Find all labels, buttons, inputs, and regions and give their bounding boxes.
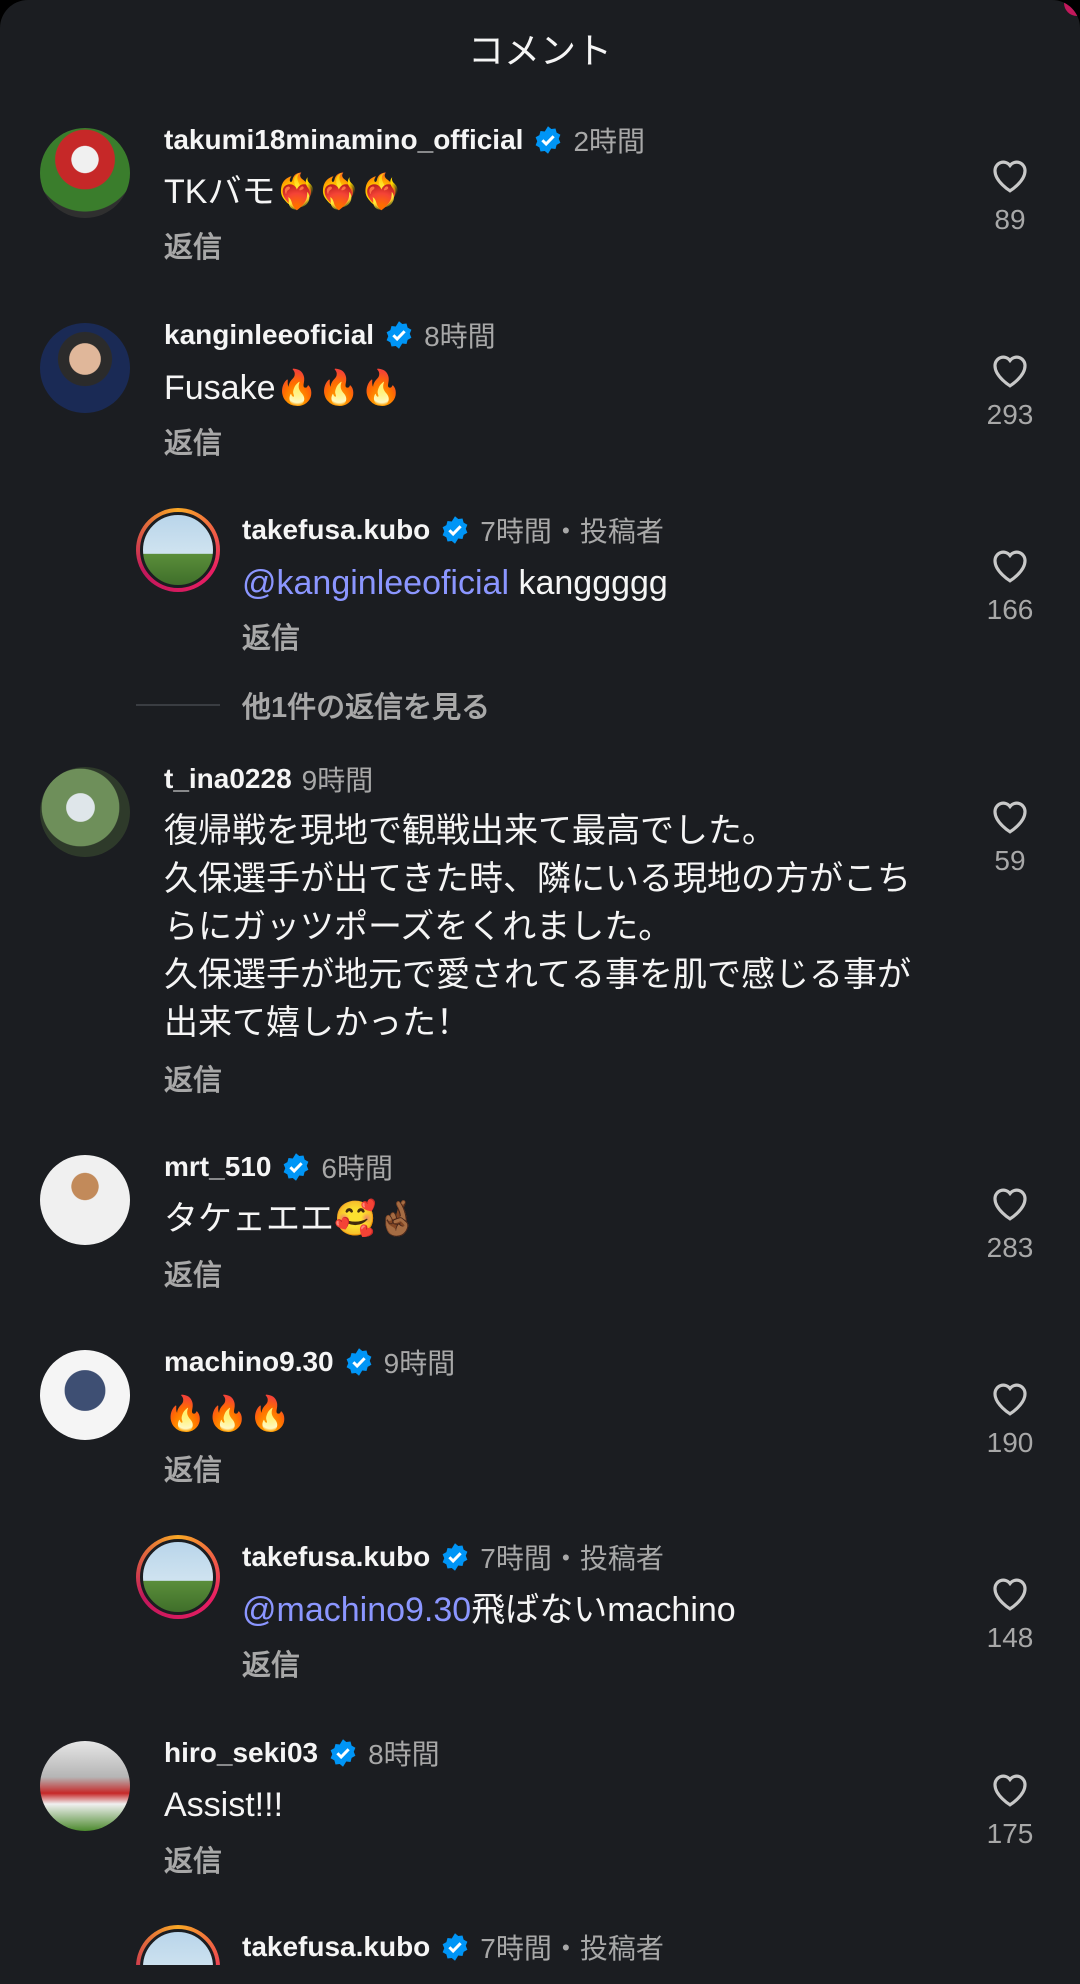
reply-button[interactable]: 返信 <box>242 615 300 657</box>
verified-badge-icon <box>330 1739 356 1767</box>
comments-sheet: コメント takumi18minamino_official 2時間 TKバモ❤… <box>0 0 1080 1984</box>
heart-icon <box>993 550 1027 583</box>
sheet-header: コメント <box>0 0 1080 96</box>
like-count: 283 <box>986 1232 1034 1263</box>
username[interactable]: takefusa.kubo <box>242 514 430 546</box>
like-count: 59 <box>994 845 1026 876</box>
heart-icon <box>993 160 1027 193</box>
timestamp: 7時間・投稿者 <box>480 516 664 547</box>
username[interactable]: kanginleeoficial <box>164 319 374 351</box>
comment-text: TKバモ❤️‍🔥❤️‍🔥❤️‍🔥 <box>164 173 403 211</box>
comment-text: @kanginleeoficial kanggggg <box>242 559 668 607</box>
comment-text: 🔥🔥🔥 <box>164 1395 292 1433</box>
timestamp: 7時間・投稿者 <box>480 1933 664 1964</box>
like-button[interactable]: 89 <box>960 156 1060 236</box>
heart-icon <box>993 1383 1027 1416</box>
sheet-title: コメント <box>467 30 612 71</box>
comment-text-content: 飛ばないmachino <box>471 1591 736 1629</box>
comment-line: らにガッツポーズをくれました。 <box>164 908 673 946</box>
username[interactable]: mrt_510 <box>164 1151 271 1183</box>
username[interactable]: takumi18minamino_official <box>164 124 523 156</box>
verified-badge-icon <box>442 1933 468 1961</box>
timestamp: 6時間 <box>321 1153 393 1184</box>
verified-badge-icon <box>442 516 468 544</box>
verified-badge-icon <box>284 1153 309 1181</box>
avatar[interactable] <box>136 508 220 592</box>
avatar[interactable] <box>40 128 130 218</box>
timestamp: 8時間 <box>368 1739 440 1770</box>
heart-icon <box>993 801 1027 834</box>
comment-line: 久保選手が地元で愛されてる事を肌で感じる事が <box>164 956 911 994</box>
username[interactable]: machino9.30 <box>164 1346 334 1378</box>
timestamp: 2時間 <box>573 126 646 157</box>
verified-badge-icon <box>442 1543 468 1571</box>
reply-button[interactable]: 返信 <box>164 1447 222 1489</box>
verified-badge-icon <box>536 126 561 154</box>
reply-button[interactable]: 返信 <box>164 1057 222 1099</box>
like-button[interactable]: 190 <box>960 1379 1060 1459</box>
like-count: 89 <box>994 204 1026 235</box>
avatar[interactable] <box>40 767 130 857</box>
divider-line <box>136 704 220 706</box>
like-count: 148 <box>986 1622 1034 1653</box>
view-more-replies-button[interactable]: 他1件の返信を見る <box>136 684 490 726</box>
comment-text: @machino9.30飛ばないmachino <box>242 1586 736 1634</box>
timestamp: 8時間 <box>424 321 496 352</box>
timestamp: 7時間・投稿者 <box>480 1543 664 1574</box>
username[interactable]: takefusa.kubo <box>242 1541 430 1573</box>
like-count: 190 <box>986 1427 1034 1458</box>
heart-icon <box>993 1188 1027 1221</box>
avatar[interactable] <box>40 323 130 413</box>
username[interactable]: takefusa.kubo <box>242 1931 430 1963</box>
like-count: 293 <box>986 399 1034 430</box>
username[interactable]: hiro_seki03 <box>164 1737 318 1769</box>
like-button[interactable]: 175 <box>960 1770 1060 1850</box>
verified-badge-icon <box>346 1348 372 1376</box>
avatar[interactable] <box>40 1741 130 1831</box>
mention-link[interactable]: @kanginleeoficial <box>242 564 509 602</box>
like-count: 175 <box>986 1818 1034 1849</box>
reply-button[interactable]: 返信 <box>164 1252 222 1294</box>
timestamp: 9時間 <box>301 765 374 796</box>
timestamp: 9時間 <box>383 1348 456 1379</box>
heart-icon <box>993 1774 1027 1807</box>
reply-button[interactable]: 返信 <box>164 224 222 266</box>
comment-text: タケェエエ🥰🤞🏾 <box>164 1200 419 1238</box>
mention-link[interactable]: @machino9.30 <box>242 1591 471 1629</box>
comment-text: 復帰戦を現地で観戦出来て最高でした。 久保選手が出てきた時、隣にいる現地の方がこ… <box>164 807 944 1047</box>
view-more-replies-label: 他1件の返信を見る <box>242 692 491 724</box>
verified-badge-icon <box>386 321 412 349</box>
like-button[interactable]: 59 <box>960 797 1060 877</box>
reply-button[interactable]: 返信 <box>164 420 222 462</box>
comment-text: Fusake🔥🔥🔥 <box>164 369 403 407</box>
reply-button[interactable]: 返信 <box>242 1642 300 1684</box>
like-button[interactable]: 166 <box>960 546 1060 626</box>
comment-line: 復帰戦を現地で観戦出来て最高でした。 <box>164 812 776 850</box>
like-count: 166 <box>986 594 1034 625</box>
like-button[interactable]: 293 <box>960 351 1060 431</box>
avatar[interactable] <box>40 1350 130 1440</box>
comment-line: 出来て嬉しかった！ <box>164 1004 470 1042</box>
bottom-edge <box>0 1965 1080 1984</box>
avatar[interactable] <box>136 1535 220 1619</box>
comment-line: 久保選手が出てきた時、隣にいる現地の方がこち <box>164 860 911 898</box>
like-button[interactable]: 148 <box>960 1574 1060 1654</box>
avatar[interactable] <box>40 1155 130 1245</box>
reply-button[interactable]: 返信 <box>164 1838 222 1880</box>
heart-icon <box>993 1578 1027 1611</box>
like-button[interactable]: 283 <box>960 1184 1060 1264</box>
heart-icon <box>993 355 1027 388</box>
comment-text-content: kanggggg <box>509 564 668 602</box>
comment-text: Assist!!! <box>164 1786 284 1824</box>
username[interactable]: t_ina0228 <box>164 763 292 795</box>
